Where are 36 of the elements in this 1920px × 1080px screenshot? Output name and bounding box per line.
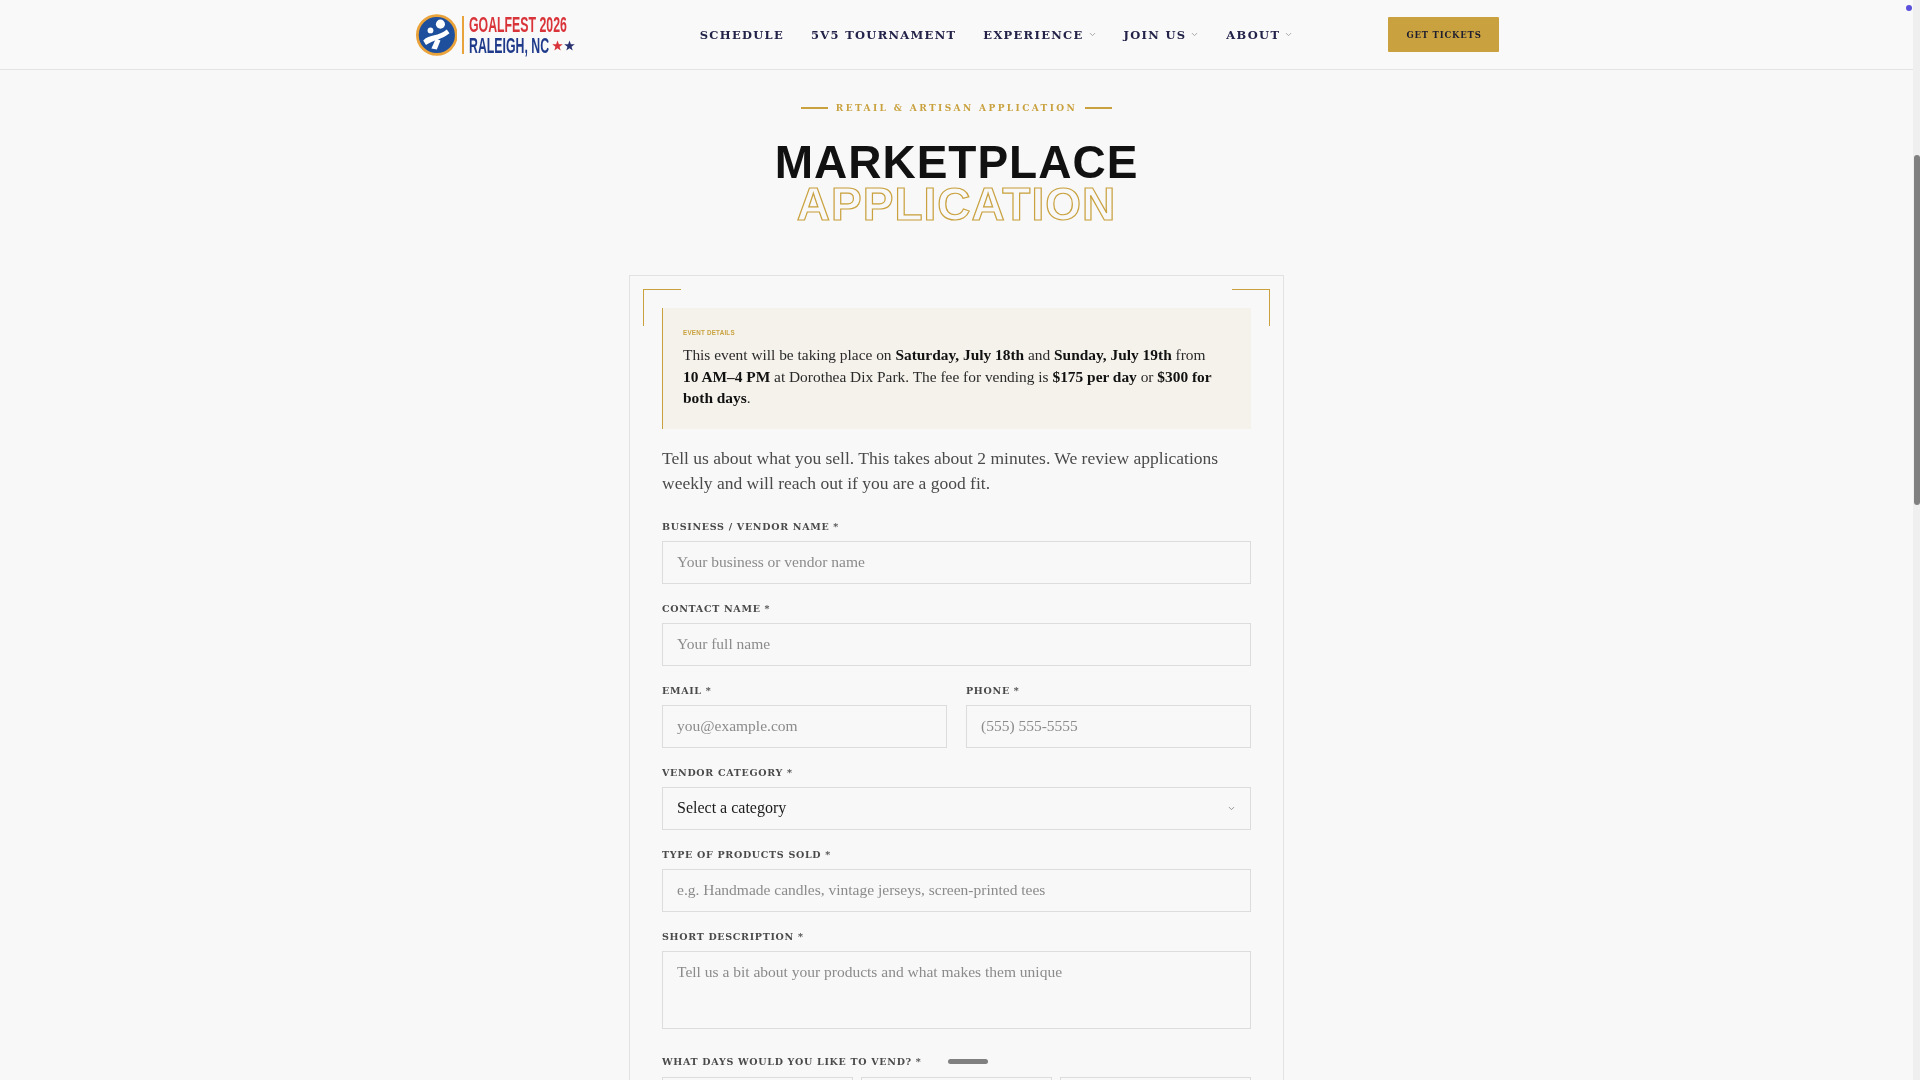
get-tickets-button[interactable]: GET TICKETS bbox=[1388, 17, 1500, 52]
scrollbar-thumb[interactable] bbox=[1914, 155, 1920, 505]
nav-link[interactable]: JOIN US bbox=[1123, 27, 1200, 42]
nav-link[interactable]: ABOUT bbox=[1226, 27, 1294, 42]
star-icon bbox=[551, 39, 563, 51]
field-label: EMAIL * bbox=[662, 683, 712, 698]
nav-link[interactable]: 5V5 TOURNAMENT bbox=[811, 27, 957, 42]
input-field[interactable]: Your business or vendor name bbox=[662, 540, 1251, 584]
logo-title: GOALFEST 2026 bbox=[468, 13, 567, 35]
input-field[interactable]: Your full name bbox=[662, 622, 1251, 666]
field-label: BUSINESS / VENDOR NAME * bbox=[662, 519, 840, 534]
intro-text: Tell us about what you sell. This takes about 2 minutes. We review applications weekly and will reach out if you are a good fit. bbox=[662, 446, 1220, 495]
field-label: PHONE * bbox=[966, 683, 1020, 698]
star-icon bbox=[563, 39, 575, 51]
select-field[interactable]: Select a category bbox=[662, 786, 1251, 830]
dot-icon bbox=[1906, 5, 1912, 11]
field-label: VENDOR CATEGORY * bbox=[662, 765, 793, 780]
input-field[interactable]: you@example.com bbox=[662, 704, 947, 748]
nav-link[interactable]: SCHEDULE bbox=[699, 27, 784, 42]
field-label: CONTACT NAME * bbox=[662, 601, 771, 616]
logo-subtitle: RALEIGH, NC bbox=[468, 34, 549, 56]
input-field[interactable]: (555) 555-5555 bbox=[966, 704, 1251, 748]
handle-icon bbox=[947, 1059, 988, 1064]
site-logo[interactable]: GOALFEST 2026 RALEIGH, NC bbox=[413, 11, 579, 58]
event-details-heading: EVENT DETAILS bbox=[683, 328, 735, 338]
eyebrow-text: RETAIL & ARTISAN APPLICATION bbox=[835, 102, 1078, 115]
ball-emblem-icon bbox=[415, 11, 458, 58]
page-title-outline: APPLICATION bbox=[796, 183, 1117, 225]
field-label: SHORT DESCRIPTION * bbox=[662, 929, 804, 944]
field-label: WHAT DAYS WOULD YOU LIKE TO VEND? * bbox=[662, 1054, 922, 1069]
field-label: TYPE OF PRODUCTS SOLD * bbox=[662, 847, 831, 862]
event-details-text: This event will be taking place on Saturday, July 18th and Sunday, July 19th from 10 AM–4 PM at Dorothea Dix Park. The fee for vending is $175 per day or $300 for both days. bbox=[683, 345, 1213, 408]
input-field[interactable]: e.g. Handmade candles, vintage jerseys, screen-printed tees bbox=[662, 868, 1251, 912]
page-title: MARKETPLACE bbox=[774, 141, 1139, 183]
nav-link[interactable]: EXPERIENCE bbox=[983, 27, 1097, 42]
textarea-field[interactable]: Tell us a bit about your products and what makes them unique bbox=[662, 950, 1251, 1029]
